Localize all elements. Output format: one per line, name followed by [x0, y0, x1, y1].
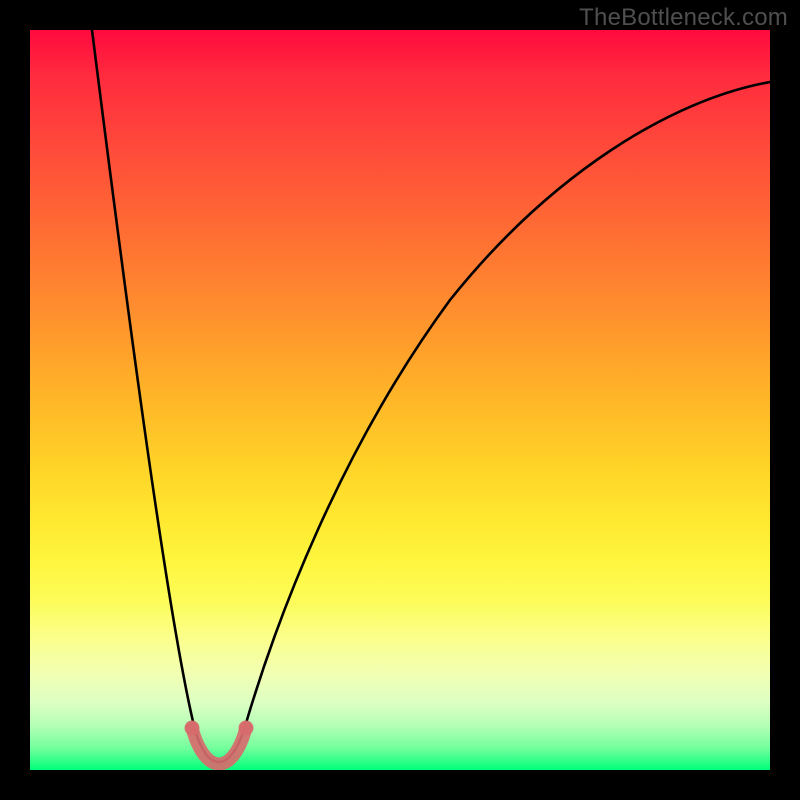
curve-bottom-marker	[192, 728, 246, 764]
marker-dot-left	[185, 721, 200, 736]
bottleneck-curve	[92, 30, 770, 762]
chart-curves-svg	[30, 30, 770, 770]
watermark-text: TheBottleneck.com	[579, 4, 788, 32]
marker-dot-right	[239, 721, 254, 736]
chart-frame: TheBottleneck.com	[0, 0, 800, 800]
